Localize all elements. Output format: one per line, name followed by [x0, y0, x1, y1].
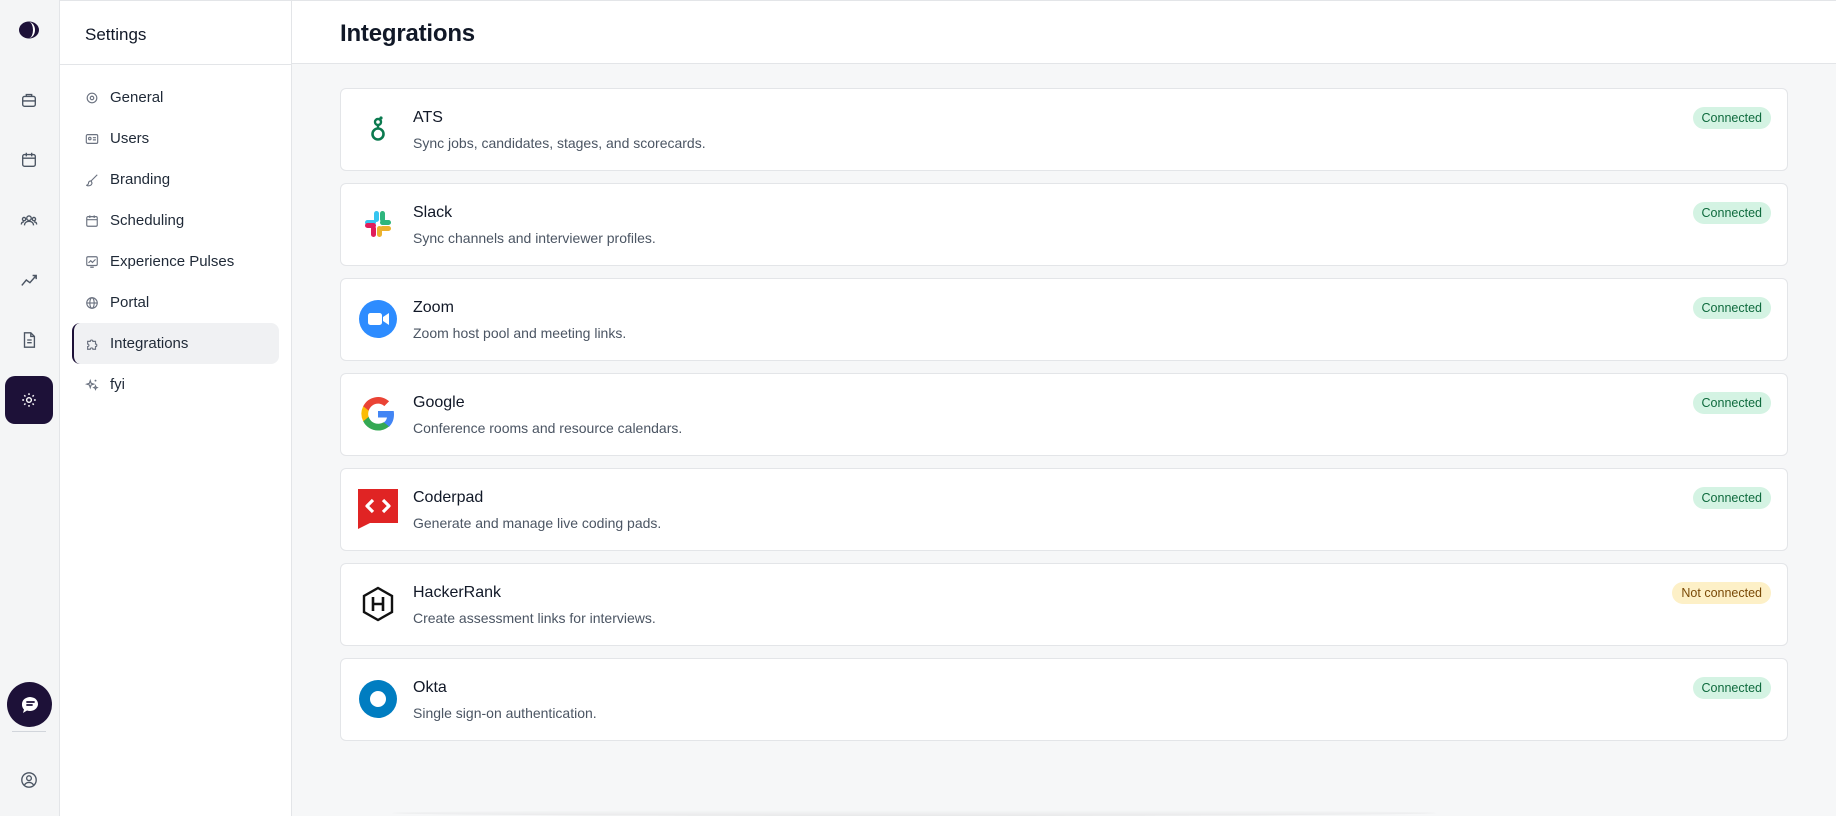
integration-text: Google Conference rooms and resource cal…: [413, 393, 682, 437]
sparkles-icon: [85, 378, 99, 391]
sidebar-item-experience-pulses[interactable]: Experience Pulses: [72, 241, 279, 282]
integration-text: Okta Single sign-on authentication.: [413, 678, 597, 722]
coderpad-logo-icon: [358, 489, 398, 529]
page-title: Integrations: [292, 1, 1836, 64]
integration-card-zoom[interactable]: Zoom Zoom host pool and meeting links. C…: [340, 278, 1788, 361]
integration-description: Sync jobs, candidates, stages, and score…: [413, 135, 706, 151]
document-icon[interactable]: [5, 316, 53, 364]
app-root: Settings General Users Branding Scheduli…: [0, 0, 1836, 816]
integration-description: Create assessment links for interviews.: [413, 610, 656, 626]
calendar-icon: [86, 214, 98, 227]
sidebar-item-label: Experience Pulses: [110, 253, 235, 270]
okta-logo-icon: [358, 679, 398, 719]
integration-text: Coderpad Generate and manage live coding…: [413, 488, 661, 532]
sidebar-item-users[interactable]: Users: [72, 118, 279, 159]
app-rail: [0, 0, 60, 816]
status-badge: Connected: [1692, 392, 1771, 414]
integration-name: Google: [413, 394, 465, 411]
sidebar-item-label: fyi: [110, 376, 125, 393]
zoom-logo-icon: [358, 299, 398, 339]
integration-card-coderpad[interactable]: Coderpad Generate and manage live coding…: [340, 468, 1788, 551]
integration-card-google[interactable]: Google Conference rooms and resource cal…: [340, 373, 1788, 456]
status-badge: Connected: [1692, 677, 1771, 699]
globe-icon: [86, 296, 98, 309]
gear-icon: [86, 92, 98, 103]
sidebar-item-label: Scheduling: [110, 212, 185, 229]
status-badge: Connected: [1692, 297, 1771, 319]
integration-card-hackerrank[interactable]: HackerRank Create assessment links for i…: [340, 563, 1788, 646]
settings-sidebar: Settings General Users Branding Scheduli…: [60, 0, 292, 816]
status-badge: Connected: [1692, 487, 1771, 509]
sidebar-item-fyi[interactable]: fyi: [72, 364, 279, 405]
integration-name: HackerRank: [413, 584, 502, 601]
sidebar-item-integrations[interactable]: Integrations: [72, 323, 279, 364]
briefcase-icon[interactable]: [5, 76, 53, 124]
integrations-list: ATS Sync jobs, candidates, stages, and s…: [292, 64, 1836, 741]
ats-logo-icon: [358, 109, 398, 149]
brush-icon: [86, 173, 98, 186]
integration-name: Okta: [413, 679, 447, 696]
sidebar-item-label: Users: [110, 130, 150, 147]
status-badge: Connected: [1692, 107, 1771, 129]
pulse-icon: [86, 255, 98, 268]
sidebar-item-label: General: [110, 89, 164, 106]
integration-name: ATS: [413, 109, 443, 126]
sidebar-item-branding[interactable]: Branding: [72, 159, 279, 200]
id-card-icon: [85, 133, 99, 144]
puzzle-icon: [87, 339, 98, 350]
account-icon[interactable]: [5, 756, 53, 804]
sidebar-item-scheduling[interactable]: Scheduling: [72, 200, 279, 241]
settings-icon[interactable]: [5, 376, 53, 424]
integration-description: Conference rooms and resource calendars.: [413, 420, 683, 436]
integration-card-okta[interactable]: Okta Single sign-on authentication. Conn…: [340, 658, 1788, 741]
sidebar-item-label: Portal: [110, 294, 150, 311]
slack-logo-icon: [358, 204, 398, 244]
integration-text: Slack Sync channels and interviewer prof…: [413, 203, 656, 247]
chat-icon[interactable]: [7, 682, 52, 727]
integration-text: Zoom Zoom host pool and meeting links.: [413, 298, 626, 342]
sidebar-title: Settings: [60, 1, 291, 65]
people-icon[interactable]: [5, 196, 53, 244]
hackerrank-logo-icon: [358, 584, 398, 624]
integration-text: HackerRank Create assessment links for i…: [413, 583, 656, 627]
integration-name: Zoom: [413, 299, 454, 316]
status-badge: Connected: [1692, 202, 1771, 224]
status-badge: Not connected: [1672, 582, 1771, 604]
sidebar-item-portal[interactable]: Portal: [72, 282, 279, 323]
integration-description: Generate and manage live coding pads.: [413, 515, 662, 531]
integration-name: Slack: [413, 204, 453, 221]
integration-description: Single sign-on authentication.: [413, 705, 597, 721]
integration-name: Coderpad: [413, 489, 484, 506]
logo-icon[interactable]: [18, 21, 40, 39]
google-logo-icon: [358, 394, 398, 434]
integration-description: Zoom host pool and meeting links.: [413, 325, 627, 341]
integration-text: ATS Sync jobs, candidates, stages, and s…: [413, 108, 706, 152]
calendar-icon[interactable]: [5, 136, 53, 184]
rail-divider: [12, 731, 46, 732]
integration-card-ats[interactable]: ATS Sync jobs, candidates, stages, and s…: [340, 88, 1788, 171]
settings-nav: General Users Branding Scheduling Experi…: [60, 65, 291, 405]
integration-description: Sync channels and interviewer profiles.: [413, 230, 656, 246]
main-content: Integrations ATS Sync jobs, candidates, …: [292, 0, 1836, 816]
bottom-shadow: [392, 810, 1436, 816]
sidebar-item-general[interactable]: General: [72, 77, 279, 118]
chart-icon[interactable]: [5, 256, 53, 304]
sidebar-item-label: Integrations: [110, 335, 189, 352]
integration-card-slack[interactable]: Slack Sync channels and interviewer prof…: [340, 183, 1788, 266]
sidebar-item-label: Branding: [110, 171, 171, 188]
